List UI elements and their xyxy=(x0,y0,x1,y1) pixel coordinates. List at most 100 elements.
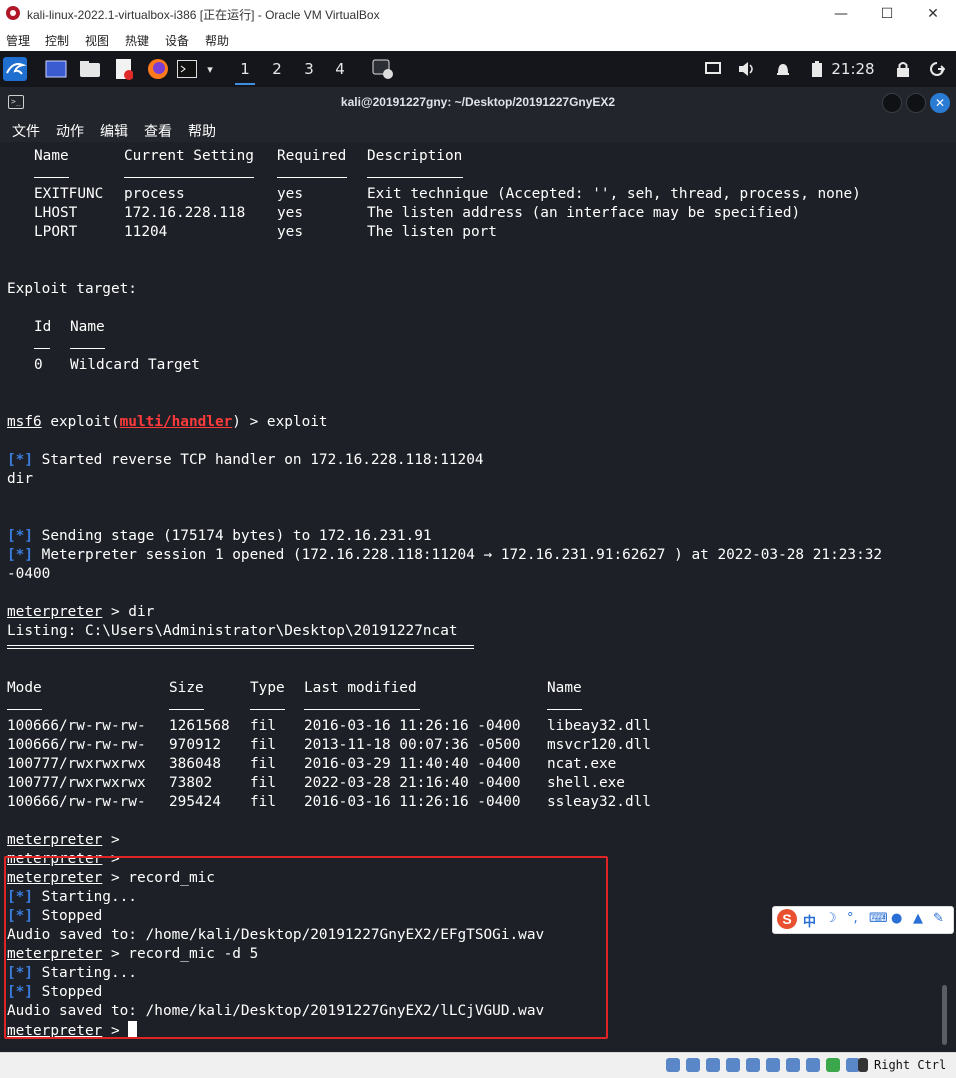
terminal-scrollbar[interactable] xyxy=(942,985,947,1045)
ime-mode-toggle[interactable]: 中 xyxy=(803,911,816,930)
workspace-3[interactable]: 3 xyxy=(295,55,323,83)
panel-clock[interactable]: 21:28 xyxy=(828,55,878,83)
vbox-menu-help[interactable]: 帮助 xyxy=(205,32,229,49)
recording-icon[interactable] xyxy=(806,1058,820,1072)
terminal-minimize-button[interactable] xyxy=(882,93,902,113)
network-icon[interactable] xyxy=(726,1058,740,1072)
terminal-menu-view[interactable]: 查看 xyxy=(144,121,172,141)
file-mode: 100666/rw-rw-rw- xyxy=(7,718,146,734)
file-name: ssleay32.dll xyxy=(547,794,651,810)
terminal-launcher-icon[interactable] xyxy=(176,55,198,83)
target-header-id: Id xyxy=(34,319,52,335)
file-name: libeay32.dll xyxy=(547,718,651,734)
show-desktop-icon[interactable] xyxy=(42,55,70,83)
workspace-1[interactable]: 1 xyxy=(231,55,259,85)
stopped-line: [*] Stopped xyxy=(7,907,102,926)
terminal-menu-file[interactable]: 文件 xyxy=(12,121,40,141)
status-star: [*] xyxy=(7,965,33,981)
notification-bell-icon[interactable] xyxy=(772,55,794,83)
usb-icon[interactable] xyxy=(746,1058,760,1072)
table-underline xyxy=(367,177,463,178)
audio-icon[interactable] xyxy=(706,1058,720,1072)
sending-stage: Sending stage (175174 bytes) to 172.16.2… xyxy=(33,528,432,544)
file-type: fil xyxy=(250,718,276,734)
minimize-button[interactable]: — xyxy=(818,0,864,28)
skin-icon[interactable]: ▲ xyxy=(913,911,923,926)
status-star: [*] xyxy=(7,547,33,563)
moon-icon[interactable]: ☽ xyxy=(825,911,837,926)
file-mode: 100666/rw-rw-rw- xyxy=(7,794,146,810)
starting-line: [*] Starting... xyxy=(7,888,137,907)
maximize-button[interactable]: ☐ xyxy=(864,0,910,28)
file-modified: 2016-03-16 11:26:16 -0400 xyxy=(304,794,521,810)
user-icon[interactable]: ● xyxy=(891,911,902,926)
vbox-menu-view[interactable]: 视图 xyxy=(85,32,109,49)
terminal-close-button[interactable]: ✕ xyxy=(930,93,950,113)
battery-icon[interactable] xyxy=(806,55,828,83)
options-header-name: Name xyxy=(34,148,69,164)
option-description: The listen address (an interface may be … xyxy=(367,205,801,221)
workspace-2[interactable]: 2 xyxy=(263,55,291,83)
keyboard-icon[interactable]: ⌨ xyxy=(869,911,888,926)
file-manager-icon[interactable] xyxy=(76,55,104,83)
terminal-title: kali@20191227gny: ~/Desktop/20191227GnyE… xyxy=(340,95,616,109)
current-prompt-line[interactable]: meterpreter > xyxy=(7,1021,138,1041)
terminal-menu-edit[interactable]: 编辑 xyxy=(100,121,128,141)
target-name: Wildcard Target xyxy=(70,357,200,373)
terminal-menu-help[interactable]: 帮助 xyxy=(188,121,216,141)
cpu-icon[interactable] xyxy=(826,1058,840,1072)
record-mic-d-line: meterpreter > record_mic -d 5 xyxy=(7,945,258,964)
msf-prompt: msf6 xyxy=(7,414,42,430)
handler-started: Started reverse TCP handler on 172.16.22… xyxy=(33,452,484,468)
chevron-down-icon[interactable]: ▾ xyxy=(202,55,218,83)
stopped-line: [*] Stopped xyxy=(7,983,102,1002)
file-name: ncat.exe xyxy=(547,756,617,772)
punctuation-icon[interactable]: °, xyxy=(847,911,858,926)
terminal-maximize-button[interactable] xyxy=(906,93,926,113)
starting-line: [*] Starting... xyxy=(7,964,137,983)
prompt-arrow: > xyxy=(102,851,120,867)
audio-saved-1: Audio saved to: /home/kali/Desktop/20191… xyxy=(7,927,545,943)
table-underline xyxy=(304,709,420,710)
vbox-menu-control[interactable]: 控制 xyxy=(45,32,69,49)
firefox-icon[interactable] xyxy=(144,55,172,83)
file-modified: 2013-11-18 00:07:36 -0500 xyxy=(304,737,521,753)
option-description: Exit technique (Accepted: '', seh, threa… xyxy=(367,186,861,202)
msf-module-prefix: exploit( xyxy=(41,414,120,430)
terminal-menu-actions[interactable]: 动作 xyxy=(56,121,84,141)
logout-icon[interactable] xyxy=(926,55,948,83)
terminal-task-icon[interactable] xyxy=(370,55,396,83)
workspace-4[interactable]: 4 xyxy=(326,55,354,83)
display-status-icon[interactable] xyxy=(786,1058,800,1072)
prompt-arrow: > xyxy=(102,832,120,848)
vbox-menu-hotkey[interactable]: 热键 xyxy=(125,32,149,49)
volume-icon[interactable] xyxy=(736,55,758,83)
meterpreter-prompt: meterpreter xyxy=(7,1023,103,1039)
host-title-bar: kali-linux-2022.1-virtualbox-i386 [正在运行]… xyxy=(0,0,956,28)
file-size: 73802 xyxy=(169,775,213,791)
listing-double-rule xyxy=(7,648,474,649)
shared-folder-icon[interactable] xyxy=(766,1058,780,1072)
target-header-name: Name xyxy=(70,319,105,335)
wrench-icon[interactable]: ✎ xyxy=(933,911,944,926)
meterpreter-prompt: meterpreter xyxy=(7,870,103,886)
meterpreter-prompt: meterpreter xyxy=(7,604,103,620)
meterpreter-empty-line: meterpreter > xyxy=(7,831,120,850)
sogou-logo-icon[interactable]: S xyxy=(777,909,797,929)
lock-icon[interactable] xyxy=(892,55,914,83)
vbox-menu-devices[interactable]: 设备 xyxy=(165,32,189,49)
display-icon[interactable] xyxy=(702,55,724,83)
optical-drive-icon[interactable] xyxy=(686,1058,700,1072)
table-underline xyxy=(34,177,69,178)
record-mic-d-command: > record_mic -d 5 xyxy=(102,946,259,962)
text-editor-icon[interactable] xyxy=(110,55,138,83)
dir-command: > dir xyxy=(102,604,155,620)
kali-menu-icon[interactable] xyxy=(2,55,28,83)
close-button[interactable]: ✕ xyxy=(910,0,956,28)
hard-disk-icon[interactable] xyxy=(666,1058,680,1072)
target-id: 0 xyxy=(34,357,43,373)
host-key-label: Right Ctrl xyxy=(874,1058,947,1072)
file-type: fil xyxy=(250,794,276,810)
vbox-menu-manage[interactable]: 管理 xyxy=(6,32,30,49)
ime-toolbar[interactable]: S 中 ☽ °, ⌨ ● ▲ ✎ xyxy=(772,906,954,934)
